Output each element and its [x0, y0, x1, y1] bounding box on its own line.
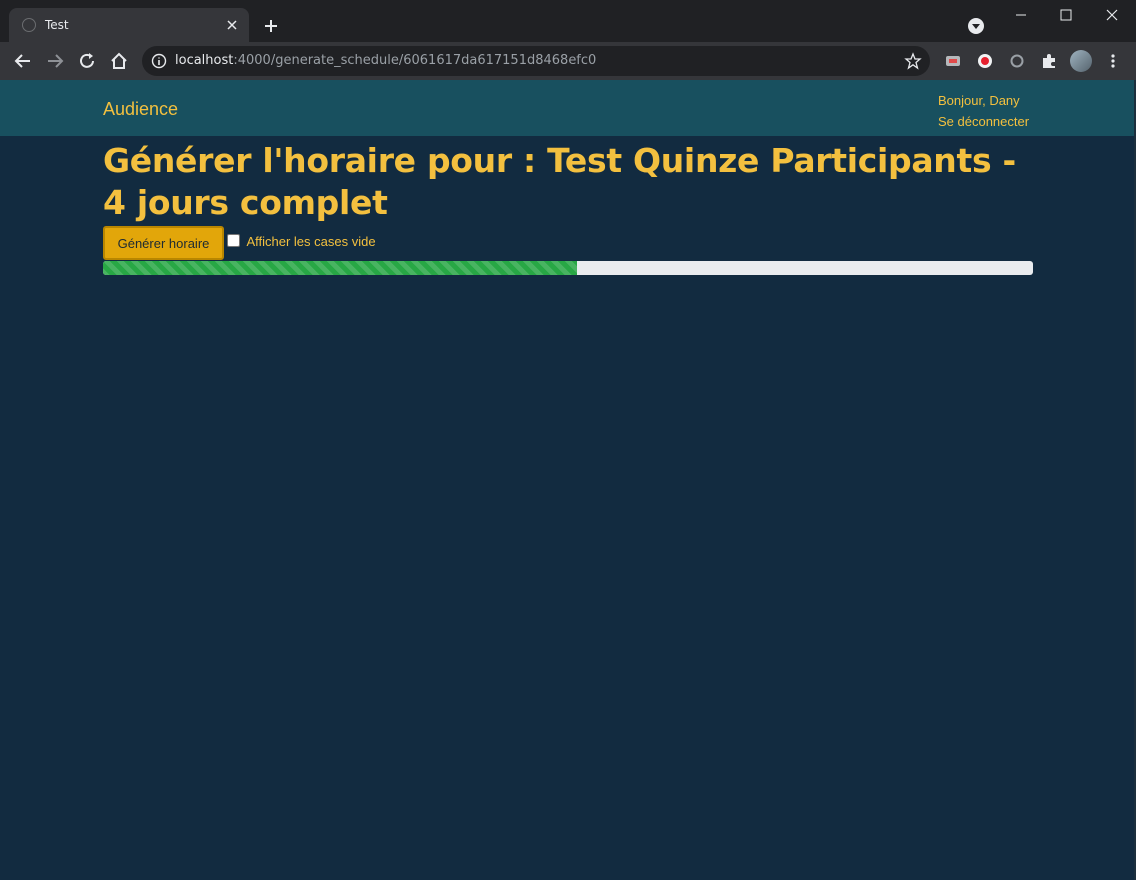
new-tab-icon[interactable]: [260, 15, 282, 37]
reload-icon[interactable]: [76, 50, 98, 72]
extensions-puzzle-icon[interactable]: [1040, 52, 1058, 70]
show-empty-checkbox[interactable]: [227, 234, 240, 247]
url-host: localhost: [175, 53, 234, 68]
brand-link[interactable]: Audience: [103, 99, 178, 120]
profile-avatar[interactable]: [1070, 50, 1092, 72]
forward-icon[interactable]: [44, 50, 66, 72]
show-empty-label[interactable]: Afficher les cases vide: [246, 234, 375, 249]
extension-circle-icon[interactable]: [1008, 52, 1026, 70]
menu-kebab-icon[interactable]: [1104, 52, 1122, 70]
progress-track: [103, 261, 1033, 275]
generate-schedule-button[interactable]: Générer horaire: [103, 226, 224, 260]
extension-cast-icon[interactable]: [944, 52, 962, 70]
progress-bar: [103, 261, 578, 275]
back-icon[interactable]: [12, 50, 34, 72]
browser-tab[interactable]: Test: [9, 8, 249, 42]
page-title: Générer l'horaire pour : Test Quinze Par…: [103, 141, 1016, 222]
show-empty-option[interactable]: Afficher les cases vide: [227, 233, 376, 251]
logout-link[interactable]: Se déconnecter: [938, 111, 1029, 132]
window-close-icon[interactable]: [1089, 0, 1135, 32]
home-icon[interactable]: [108, 50, 130, 72]
info-icon[interactable]: [151, 53, 167, 69]
close-tab-icon[interactable]: [223, 16, 241, 34]
browser-tabstrip: Test: [0, 0, 1136, 42]
user-menu: Bonjour, Dany Se déconnecter: [938, 90, 1029, 132]
url-path: :4000/generate_schedule/6061617da617151d…: [233, 53, 597, 68]
greeting-text: Bonjour, Dany: [938, 93, 1020, 108]
url-text: localhost:4000/generate_schedule/6061617…: [175, 53, 596, 68]
extension-record-icon[interactable]: [976, 52, 994, 70]
maximize-icon[interactable]: [1043, 0, 1089, 32]
tab-title: Test: [45, 18, 69, 32]
app-navbar: Audience Bonjour, Dany Se déconnecter: [0, 80, 1136, 136]
main-content: Générer l'horaire pour : Test Quinze Par…: [103, 140, 1033, 275]
tab-search-icon[interactable]: [967, 17, 985, 35]
address-bar[interactable]: localhost:4000/generate_schedule/6061617…: [142, 46, 930, 76]
bookmark-star-icon[interactable]: [904, 52, 922, 70]
globe-icon: [22, 18, 36, 32]
browser-toolbar: localhost:4000/generate_schedule/6061617…: [0, 42, 1136, 80]
minimize-icon[interactable]: [998, 0, 1044, 32]
